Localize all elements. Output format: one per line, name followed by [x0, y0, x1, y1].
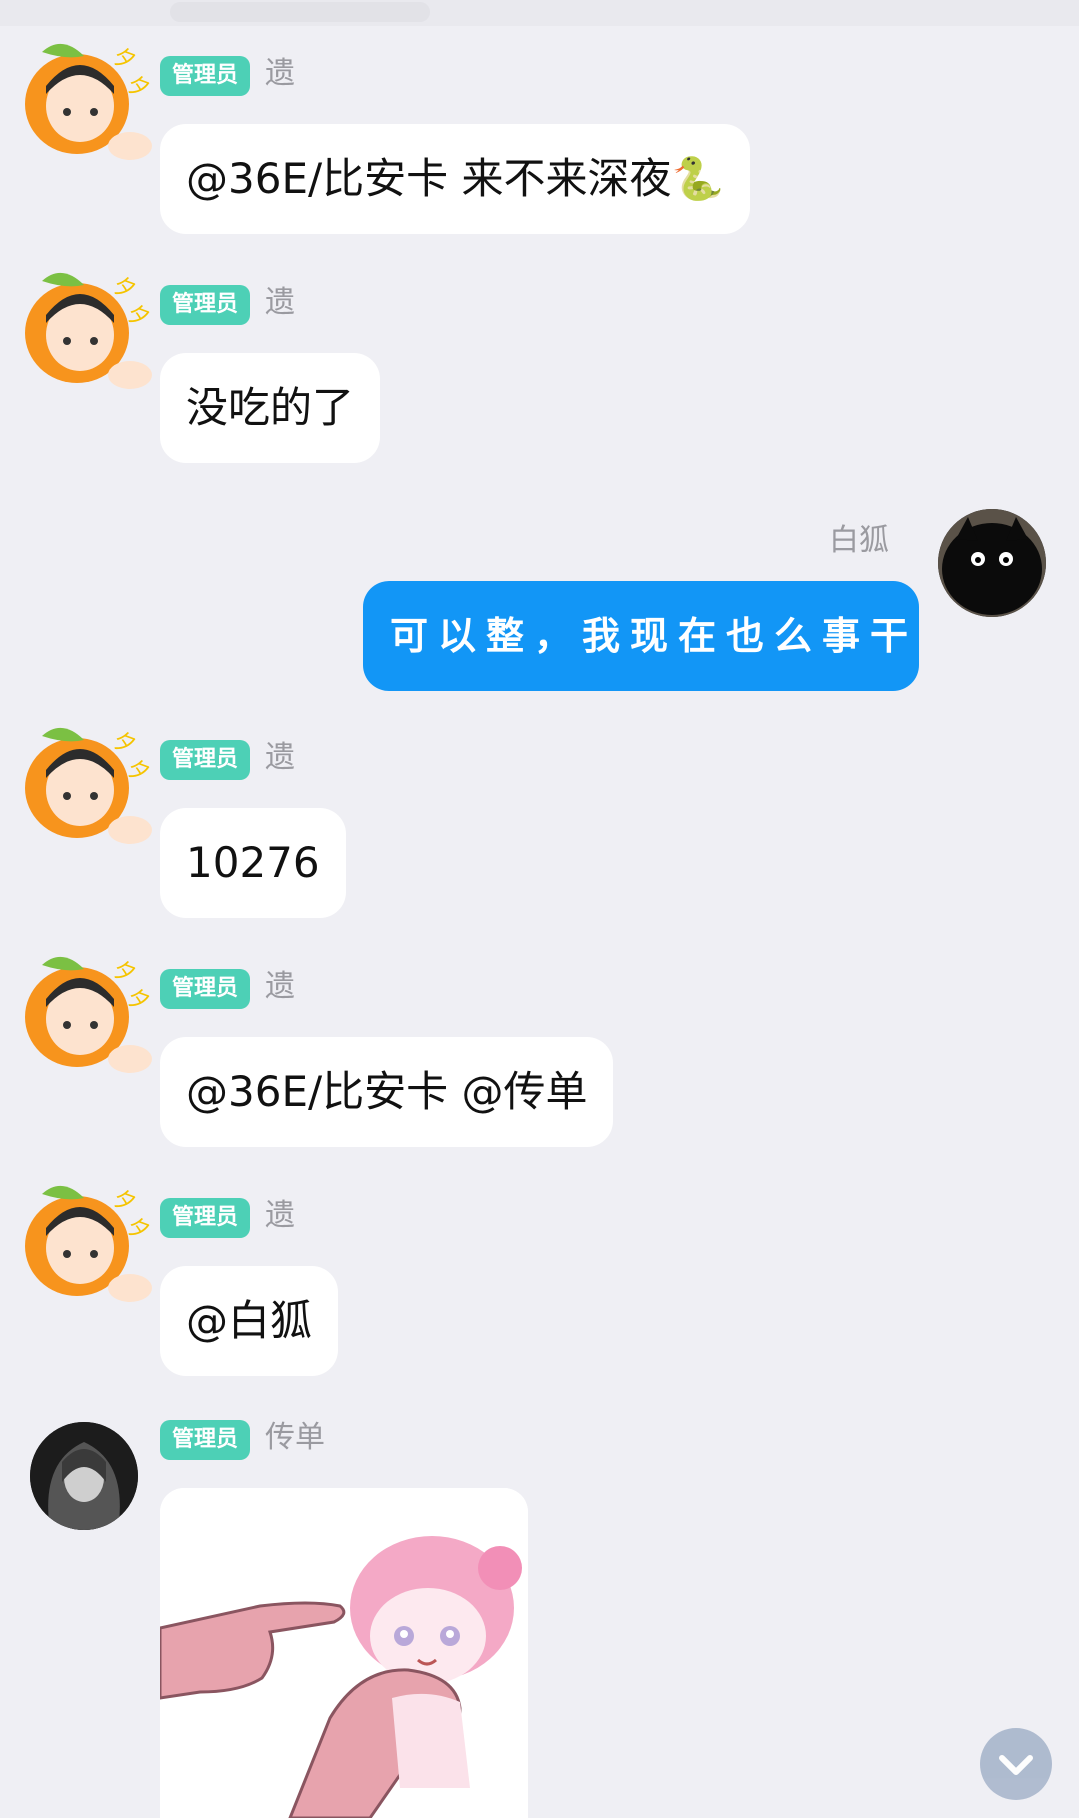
sender-name: 遗 — [265, 1198, 295, 1233]
admin-badge: 管理员 — [160, 969, 251, 1009]
sender-name: 遗 — [265, 740, 295, 775]
top-bar — [0, 0, 1079, 26]
message-bubble[interactable]: @白狐 — [160, 1266, 339, 1376]
sender-name: 白狐 — [829, 523, 889, 558]
admin-badge: 管理员 — [160, 740, 251, 780]
avatar-orange-character[interactable]: 夕 夕 — [22, 718, 153, 844]
sender-name: 传单 — [265, 1420, 325, 1455]
message-bubble[interactable]: 10276 — [160, 808, 346, 918]
message-bubble-self[interactable]: 可以整，我现在也么事干 — [363, 581, 919, 691]
avatar-dark-girl[interactable] — [30, 1422, 138, 1530]
avatar-orange-character[interactable]: 夕 夕 — [22, 1176, 153, 1302]
message-bubble[interactable]: @36E/比安卡 @传单 — [160, 1037, 614, 1147]
chevron-down-icon — [999, 1755, 1033, 1775]
avatar-orange-character[interactable]: 夕 夕 — [22, 34, 153, 160]
sender-name: 遗 — [265, 56, 295, 91]
admin-badge: 管理员 — [160, 285, 251, 325]
message-bubble[interactable]: 没吃的了 — [160, 353, 381, 463]
admin-badge: 管理员 — [160, 1198, 251, 1238]
avatar-orange-character[interactable]: 夕 夕 — [22, 263, 153, 389]
top-bar-fade — [170, 2, 430, 22]
sender-name: 遗 — [265, 285, 295, 320]
scroll-to-bottom-button[interactable] — [980, 1728, 1052, 1800]
avatar-orange-character[interactable]: 夕 夕 — [22, 947, 153, 1073]
message-bubble[interactable]: @36E/比安卡 来不来深夜🐍 — [160, 124, 750, 234]
avatar-black-cat[interactable] — [938, 509, 1046, 617]
sender-name: 遗 — [265, 969, 295, 1004]
admin-badge: 管理员 — [160, 56, 251, 96]
admin-badge: 管理员 — [160, 1420, 251, 1460]
sticker-image[interactable] — [160, 1488, 528, 1818]
